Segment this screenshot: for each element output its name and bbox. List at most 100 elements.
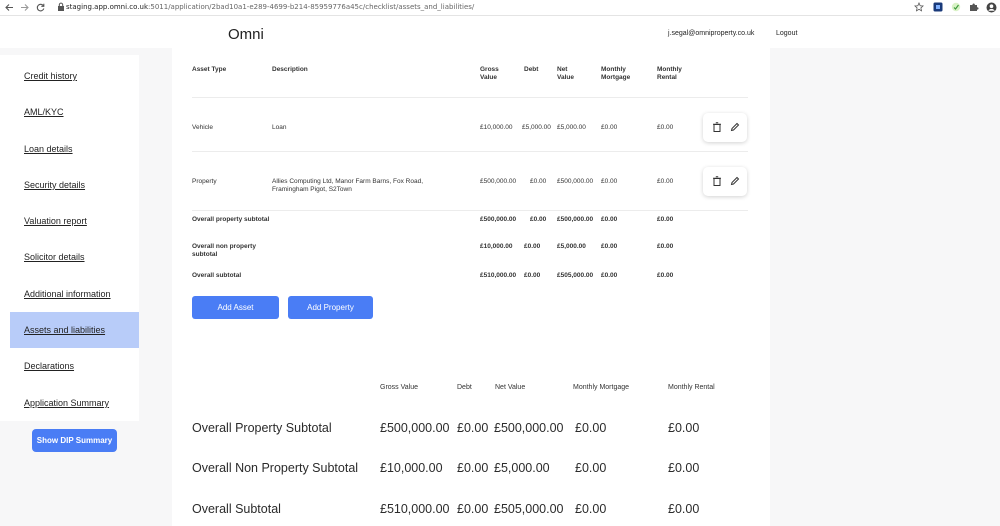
subtotal-gross-value: £510,000.00 (480, 272, 517, 279)
subtotal-monthly-mortgage: £0.00 (601, 216, 618, 223)
user-email: j.segal@omniproperty.co.uk (668, 30, 755, 37)
summary-header-monthly-mortgage: Monthly Mortgage (573, 384, 630, 391)
summary-label: Overall Subtotal (192, 502, 281, 516)
summary-debt: £0.00 (457, 461, 489, 475)
cell-net-value: £5,000.00 (557, 124, 586, 131)
summary-debt: £0.00 (457, 502, 489, 516)
col-header-monthly-mortgage: Monthly Mortgage (601, 66, 631, 81)
extension-icon[interactable] (933, 2, 943, 12)
summary-net-value: £500,000.00 (494, 421, 564, 435)
cell-gross-value: £10,000.00 (480, 124, 513, 131)
summary-monthly-mortgage: £0.00 (575, 461, 607, 475)
sidebar-item-declarations[interactable]: Declarations (24, 361, 74, 371)
summary-monthly-mortgage: £0.00 (575, 502, 607, 516)
sidebar-item-solicitor-details[interactable]: Solicitor details (24, 252, 85, 262)
summary-net-value: £5,000.00 (494, 461, 550, 475)
trash-icon[interactable] (711, 121, 723, 133)
summary-label: Overall Non Property Subtotal (192, 461, 359, 475)
subtotal-gross-value: £500,000.00 (480, 216, 517, 223)
summary-header-gross-value: Gross Value (380, 384, 418, 391)
subtotal-monthly-rental: £0.00 (657, 272, 674, 279)
cell-monthly-rental: £0.00 (657, 124, 674, 131)
cell-monthly-rental: £0.00 (657, 178, 674, 185)
cell-description: Loan (272, 124, 287, 131)
summary-debt: £0.00 (457, 421, 489, 435)
summary-gross-value: £500,000.00 (380, 421, 450, 435)
col-header-gross-value: Gross Value (480, 66, 499, 81)
cell-monthly-mortgage: £0.00 (601, 124, 618, 131)
row-actions (703, 167, 747, 196)
url-host: staging.app.omni.co.uk (66, 3, 149, 11)
sidebar-item-security-details[interactable]: Security details (24, 180, 85, 190)
summary-monthly-rental: £0.00 (668, 502, 700, 516)
row-divider (192, 151, 748, 152)
sidebar-item-application-summary[interactable]: Application Summary (24, 398, 109, 408)
star-icon[interactable] (914, 2, 924, 12)
extension-icon[interactable] (951, 2, 961, 12)
subtotal-debt: £0.00 (524, 272, 541, 279)
sidebar-item-credit-history[interactable]: Credit history (24, 71, 77, 81)
cell-description: Allies Computing Ltd, Manor Farm Barns, … (272, 178, 424, 193)
subtotal-monthly-mortgage: £0.00 (601, 243, 618, 250)
pencil-icon[interactable] (729, 121, 741, 133)
summary-header-debt: Debt (457, 384, 472, 391)
logout-link[interactable]: Logout (776, 30, 797, 37)
cell-gross-value: £500,000.00 (480, 178, 517, 185)
forward-arrow-icon[interactable] (19, 2, 30, 13)
sidebar-item-assets-and-liabilities[interactable]: Assets and liabilities (24, 325, 105, 335)
sidebar-item-aml-kyc[interactable]: AML/KYC (24, 107, 64, 117)
subtotal-net-value: £505,000.00 (557, 272, 594, 279)
cell-monthly-mortgage: £0.00 (601, 178, 618, 185)
add-property-button[interactable]: Add Property (288, 296, 373, 319)
back-arrow-icon[interactable] (4, 2, 15, 13)
subtotal-monthly-rental: £0.00 (657, 243, 674, 250)
main-panel (172, 48, 770, 526)
summary-monthly-rental: £0.00 (668, 421, 700, 435)
summary-header-monthly-rental: Monthly Rental (668, 384, 715, 391)
summary-monthly-rental: £0.00 (668, 461, 700, 475)
summary-net-value: £505,000.00 (494, 502, 564, 516)
pencil-icon[interactable] (729, 175, 741, 187)
url-path: :5011/application/2bad10a1-e289-4699-b21… (148, 3, 475, 11)
col-header-description: Description (272, 66, 308, 73)
subtotal-net-value: £500,000.00 (557, 216, 594, 223)
app-header: Omni j.segal@omniproperty.co.uk Logout (0, 16, 1000, 48)
subtotal-net-value: £5,000.00 (557, 243, 586, 250)
subtotal-label: Overall property subtotal (192, 216, 270, 223)
show-dip-summary-button[interactable]: Show DIP Summary (32, 429, 117, 452)
cell-net-value: £500,000.00 (557, 178, 594, 185)
trash-icon[interactable] (711, 175, 723, 187)
sidebar-item-loan-details[interactable]: Loan details (24, 144, 73, 154)
subtotal-debt: £0.00 (530, 216, 547, 223)
sidebar-item-valuation-report[interactable]: Valuation report (24, 216, 87, 226)
brand-logo[interactable]: Omni (228, 26, 264, 43)
col-header-net-value: Net Value (557, 66, 574, 81)
row-divider (192, 97, 748, 98)
summary-gross-value: £10,000.00 (380, 461, 443, 475)
browser-toolbar: staging.app.omni.co.uk:5011/application/… (0, 0, 1000, 16)
summary-gross-value: £510,000.00 (380, 502, 450, 516)
subtotal-debt: £0.00 (524, 243, 541, 250)
reload-icon[interactable] (35, 2, 46, 13)
subtotal-monthly-mortgage: £0.00 (601, 272, 618, 279)
puzzle-icon[interactable] (969, 2, 979, 12)
row-actions (703, 113, 747, 142)
cell-debt: £5,000.00 (522, 124, 551, 131)
col-header-asset-type: Asset Type (192, 66, 227, 73)
subtotal-gross-value: £10,000.00 (480, 243, 513, 250)
col-header-debt: Debt (524, 66, 539, 73)
address-bar[interactable]: staging.app.omni.co.uk:5011/application/… (66, 3, 474, 11)
subtotal-label: Overall subtotal (192, 272, 242, 279)
summary-label: Overall Property Subtotal (192, 421, 332, 435)
lock-icon[interactable] (57, 2, 65, 12)
sidebar-item-additional-information[interactable]: Additional information (24, 289, 111, 299)
summary-header-net-value: Net Value (495, 384, 526, 391)
col-header-monthly-rental: Monthly Rental (657, 66, 682, 81)
summary-monthly-mortgage: £0.00 (575, 421, 607, 435)
subtotal-monthly-rental: £0.00 (657, 216, 674, 223)
subtotal-label: Overall non property subtotal (192, 243, 256, 258)
add-asset-button[interactable]: Add Asset (192, 296, 279, 319)
cell-asset-type: Vehicle (192, 124, 213, 131)
row-divider (192, 210, 748, 211)
profile-icon[interactable] (986, 2, 997, 13)
